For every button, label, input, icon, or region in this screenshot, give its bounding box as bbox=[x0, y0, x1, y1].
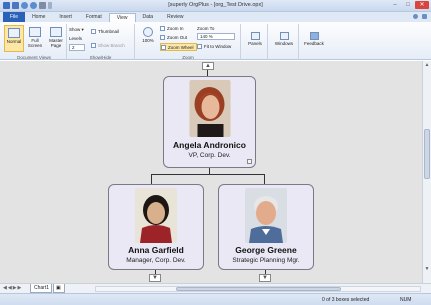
ribbon: Normal Full Screen Master Page Document … bbox=[0, 22, 431, 60]
close-button[interactable]: ✕ bbox=[415, 1, 429, 9]
fit-to-window-icon bbox=[197, 44, 202, 50]
tab-format[interactable]: Format bbox=[79, 13, 109, 22]
sheet-bar: ◀◀▶▶ Chart1 ▣ bbox=[0, 283, 431, 293]
person-name: Anna Garfield bbox=[128, 245, 184, 255]
master-page-button[interactable]: Master Page bbox=[46, 25, 66, 52]
zoom-in-icon bbox=[160, 26, 165, 32]
zoom-wheel-button[interactable]: Zoom Wheel bbox=[160, 43, 197, 51]
tab-data[interactable]: Data bbox=[136, 13, 161, 22]
zoom-out-icon bbox=[160, 35, 165, 41]
selection-status: 0 of 3 boxes selected bbox=[322, 297, 370, 303]
group-zoom: 100% Zoom In Zoom Out Zoom Wheel Zoom To… bbox=[136, 24, 241, 60]
person-name: George Greene bbox=[235, 245, 297, 255]
show-branch-icon bbox=[91, 43, 96, 49]
status-bar: 0 of 3 boxes selected NUM bbox=[0, 293, 431, 305]
title-bar: [superly OrgPlus - [org_Test Drive.opx] … bbox=[0, 0, 431, 12]
profile-photo bbox=[189, 80, 230, 137]
tab-insert[interactable]: Insert bbox=[52, 13, 79, 22]
zoom-to-label: Zoom To bbox=[197, 26, 215, 31]
levels-select[interactable]: 2 bbox=[69, 44, 85, 52]
tab-review[interactable]: Review bbox=[160, 13, 190, 22]
scroll-down-icon[interactable]: ▼ bbox=[424, 266, 430, 272]
ribbon-options-icon[interactable] bbox=[422, 14, 427, 19]
person-title: VP, Corp. Dev. bbox=[188, 152, 231, 159]
org-chart-canvas[interactable]: ▲ Angela Andronico VP, Corp. Dev. Anna G… bbox=[0, 61, 422, 283]
master-page-icon bbox=[50, 27, 62, 37]
group-panels: Panels bbox=[242, 24, 268, 60]
show-branch-button[interactable]: Show Branch bbox=[91, 42, 125, 50]
connector-line bbox=[151, 174, 152, 184]
levels-value: 2 bbox=[69, 44, 85, 52]
show-dropdown[interactable]: Show ▾ bbox=[69, 26, 84, 34]
magnifier-icon bbox=[143, 27, 153, 37]
tab-view[interactable]: View bbox=[108, 13, 136, 22]
zoom-in-button[interactable]: Zoom In bbox=[160, 25, 184, 33]
feedback-button[interactable]: Feedback bbox=[304, 30, 324, 57]
box-handle-icon[interactable] bbox=[247, 159, 252, 164]
horizontal-scrollbar[interactable] bbox=[95, 286, 421, 292]
group-label: Document Views bbox=[17, 55, 51, 60]
maximize-button[interactable]: □ bbox=[402, 1, 414, 9]
windows-icon bbox=[279, 32, 289, 40]
zoom-100-button[interactable]: 100% bbox=[138, 25, 158, 52]
sheet-nav-icons[interactable]: ◀◀▶▶ bbox=[3, 285, 22, 291]
connector-line bbox=[151, 174, 265, 175]
thumbnail-checkbox[interactable]: Thumbnail bbox=[91, 28, 119, 36]
group-show-hide: Show ▾ Levels 2 Thumbnail Show Branch Sh… bbox=[67, 24, 135, 60]
connector-line bbox=[264, 174, 265, 184]
group-windows: Windows bbox=[269, 24, 299, 60]
scroll-up-icon[interactable]: ▲ bbox=[424, 62, 430, 68]
org-box-child[interactable]: George Greene Strategic Planning Mgr. bbox=[218, 184, 314, 270]
full-screen-button[interactable]: Full Screen bbox=[25, 25, 45, 52]
group-label: Show/Hide bbox=[89, 55, 112, 60]
panels-button[interactable]: Panels bbox=[245, 30, 265, 57]
group-feedback: Feedback bbox=[300, 24, 330, 60]
scroll-thumb[interactable] bbox=[424, 129, 430, 179]
full-screen-icon bbox=[29, 27, 41, 37]
person-title: Manager, Corp. Dev. bbox=[126, 257, 186, 264]
fit-to-window-button[interactable]: Fit to Window bbox=[197, 43, 231, 51]
expand-down-icon[interactable]: ▼ bbox=[149, 274, 161, 282]
windows-button[interactable]: Windows bbox=[274, 30, 294, 57]
person-name: Angela Andronico bbox=[173, 140, 246, 150]
sheet-tab-chart1[interactable]: Chart1 bbox=[30, 284, 52, 293]
zoom-out-button[interactable]: Zoom Out bbox=[160, 34, 187, 42]
zoom-to-select[interactable]: 140 % bbox=[197, 33, 235, 41]
org-box-root[interactable]: Angela Andronico VP, Corp. Dev. bbox=[163, 76, 256, 168]
group-document-views: Normal Full Screen Master Page Document … bbox=[2, 24, 67, 60]
group-label: Zoom bbox=[182, 55, 194, 60]
levels-label: Levels bbox=[69, 36, 83, 41]
normal-view-button[interactable]: Normal bbox=[4, 25, 24, 52]
minimize-button[interactable]: – bbox=[389, 1, 401, 9]
tab-file[interactable]: File bbox=[3, 12, 26, 22]
vertical-scrollbar[interactable]: ▲ ▼ bbox=[422, 61, 431, 283]
profile-photo bbox=[245, 188, 287, 243]
expand-down-icon[interactable]: ▼ bbox=[259, 274, 271, 282]
tab-home[interactable]: Home bbox=[25, 13, 52, 22]
profile-photo bbox=[135, 188, 177, 243]
normal-view-icon bbox=[8, 28, 20, 38]
zoom-to-value: 140 % bbox=[197, 33, 235, 41]
person-title: Strategic Planning Mgr. bbox=[232, 257, 300, 264]
thumbnail-check-icon bbox=[91, 29, 96, 35]
new-sheet-tab[interactable]: ▣ bbox=[53, 284, 65, 293]
num-lock-indicator: NUM bbox=[400, 297, 412, 303]
expand-up-icon[interactable]: ▲ bbox=[202, 62, 214, 70]
window-title: [superly OrgPlus - [org_Test Drive.opx] bbox=[168, 2, 263, 8]
scroll-thumb[interactable] bbox=[176, 287, 341, 291]
megaphone-icon bbox=[309, 32, 319, 40]
zoom-wheel-icon bbox=[161, 45, 166, 51]
help-icon[interactable] bbox=[413, 14, 418, 19]
org-box-child[interactable]: Anna Garfield Manager, Corp. Dev. bbox=[108, 184, 204, 270]
panels-icon bbox=[250, 32, 260, 40]
ribbon-tabs: File Home Insert Format View Data Review bbox=[0, 12, 431, 22]
